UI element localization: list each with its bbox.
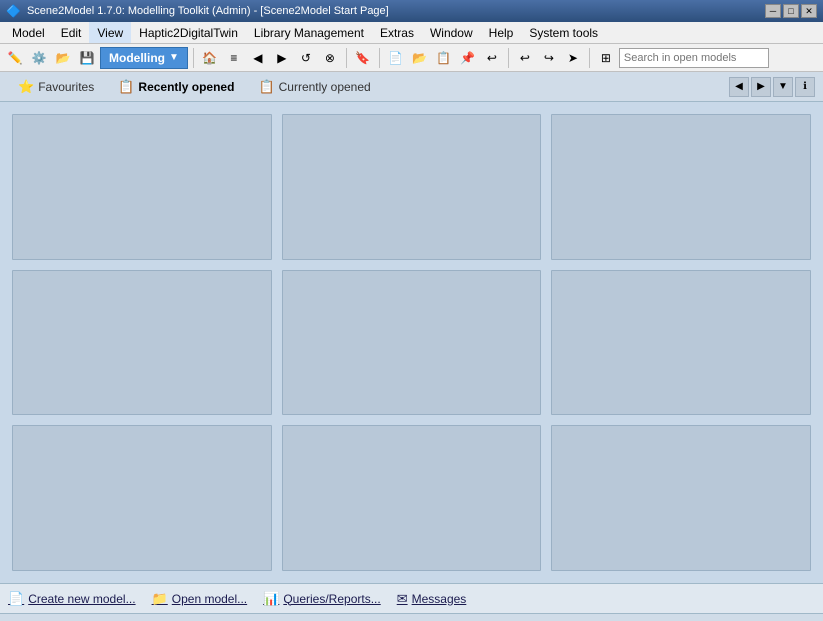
toolbar-redo-btn[interactable]: ↪ xyxy=(538,47,560,69)
grid-cell-2[interactable] xyxy=(282,114,542,260)
menu-model[interactable]: Model xyxy=(4,22,53,43)
window-controls: ─ □ ✕ xyxy=(765,4,817,18)
toolbar-stop-btn[interactable]: ⊗ xyxy=(319,47,341,69)
menu-extras[interactable]: Extras xyxy=(372,22,422,43)
grid-cell-5[interactable] xyxy=(282,270,542,416)
toolbar-home-btn[interactable]: 🏠 xyxy=(199,47,221,69)
toolbar-refresh-btn[interactable]: ↺ xyxy=(295,47,317,69)
queries-label: Queries/Reports... xyxy=(283,592,380,606)
toolbar-edit-btn[interactable]: ✏️ xyxy=(4,47,26,69)
create-icon: 📄 xyxy=(8,591,24,607)
sep4 xyxy=(508,48,509,68)
menu-help[interactable]: Help xyxy=(481,22,522,43)
app-icon: 🔷 xyxy=(6,4,21,18)
toolbar-bookmark-btn[interactable]: 🔖 xyxy=(352,47,374,69)
toolbar-fwd-btn[interactable]: ▶ xyxy=(271,47,293,69)
create-label: Create new model... xyxy=(28,592,135,606)
toolbar-paste-btn[interactable]: 📌 xyxy=(457,47,479,69)
grid-cell-8[interactable] xyxy=(282,425,542,571)
tab-dropdown-btn[interactable]: ▼ xyxy=(773,77,793,97)
tab-recently-label: Recently opened xyxy=(138,80,234,94)
status-bar: 📄 Create new model... 📁 Open model... 📊 … xyxy=(0,583,823,613)
grid-cell-4[interactable] xyxy=(12,270,272,416)
tab-recently-opened[interactable]: 📋 Recently opened xyxy=(108,75,244,99)
open-label: Open model... xyxy=(172,592,247,606)
toolbar-arrow-btn[interactable]: ➤ xyxy=(562,47,584,69)
grid-cell-9[interactable] xyxy=(551,425,811,571)
toolbar-list-btn[interactable]: ≡ xyxy=(223,47,245,69)
current-icon: 📋 xyxy=(258,79,274,95)
toolbar-group-btn[interactable]: ⚙️ xyxy=(28,47,50,69)
queries-icon: 📊 xyxy=(263,591,279,607)
menu-edit[interactable]: Edit xyxy=(53,22,90,43)
grid-cell-3[interactable] xyxy=(551,114,811,260)
tab-next-btn[interactable]: ▶ xyxy=(751,77,771,97)
menu-library[interactable]: Library Management xyxy=(246,22,372,43)
sep5 xyxy=(589,48,590,68)
tab-currently-label: Currently opened xyxy=(279,80,371,94)
grid-cell-6[interactable] xyxy=(551,270,811,416)
toolbar-open-btn[interactable]: 📂 xyxy=(52,47,74,69)
grid-cell-1[interactable] xyxy=(12,114,272,260)
sep2 xyxy=(346,48,347,68)
tab-prev-btn[interactable]: ◀ xyxy=(729,77,749,97)
minimize-button[interactable]: ─ xyxy=(765,4,781,18)
create-new-model-link[interactable]: 📄 Create new model... xyxy=(8,591,136,607)
toolbar-new-btn[interactable]: 📄 xyxy=(385,47,407,69)
tab-currently-opened[interactable]: 📋 Currently opened xyxy=(248,75,380,99)
messages-label: Messages xyxy=(412,592,467,606)
toolbar-save-btn[interactable]: 💾 xyxy=(76,47,98,69)
model-grid xyxy=(12,114,811,571)
toolbar-openfile-btn[interactable]: 📂 xyxy=(409,47,431,69)
title-bar: 🔷 Scene2Model 1.7.0: Modelling Toolkit (… xyxy=(0,0,823,22)
close-button[interactable]: ✕ xyxy=(801,4,817,18)
recent-icon: 📋 xyxy=(118,79,134,95)
bottom-bar xyxy=(0,613,823,621)
tab-favourites-label: Favourites xyxy=(38,80,94,94)
grid-cell-7[interactable] xyxy=(12,425,272,571)
tab-info-btn[interactable]: ℹ xyxy=(795,77,815,97)
toolbar-main: ✏️ ⚙️ 📂 💾 Modelling ▼ 🏠 ≡ ◀ ▶ ↺ ⊗ 🔖 📄 📂 … xyxy=(0,44,823,72)
toolbar-undo-btn[interactable]: ↩ xyxy=(514,47,536,69)
open-model-link[interactable]: 📁 Open model... xyxy=(152,591,248,607)
toolbar-undo2-btn[interactable]: ↩ xyxy=(481,47,503,69)
star-icon: ⭐ xyxy=(18,79,34,95)
restore-button[interactable]: □ xyxy=(783,4,799,18)
messages-icon: ✉ xyxy=(397,591,408,607)
menu-haptic[interactable]: Haptic2DigitalTwin xyxy=(131,22,246,43)
toolbar-back-btn[interactable]: ◀ xyxy=(247,47,269,69)
messages-link[interactable]: ✉ Messages xyxy=(397,591,467,607)
menu-view[interactable]: View xyxy=(89,22,131,43)
sep3 xyxy=(379,48,380,68)
window-title: Scene2Model 1.7.0: Modelling Toolkit (Ad… xyxy=(27,5,765,17)
toolbar-grid-btn[interactable]: ⊞ xyxy=(595,47,617,69)
tab-bar: ⭐ Favourites 📋 Recently opened 📋 Current… xyxy=(0,72,823,102)
queries-reports-link[interactable]: 📊 Queries/Reports... xyxy=(263,591,381,607)
open-icon: 📁 xyxy=(152,591,168,607)
tab-navigation: ◀ ▶ ▼ ℹ xyxy=(729,77,815,97)
modelling-dropdown[interactable]: Modelling ▼ xyxy=(100,47,188,69)
menu-system[interactable]: System tools xyxy=(521,22,606,43)
search-input[interactable] xyxy=(619,48,769,68)
sep1 xyxy=(193,48,194,68)
tab-favourites[interactable]: ⭐ Favourites xyxy=(8,75,104,99)
menu-window[interactable]: Window xyxy=(422,22,481,43)
toolbar-copy-btn[interactable]: 📋 xyxy=(433,47,455,69)
main-content xyxy=(0,102,823,583)
menu-bar: Model Edit View Haptic2DigitalTwin Libra… xyxy=(0,22,823,44)
